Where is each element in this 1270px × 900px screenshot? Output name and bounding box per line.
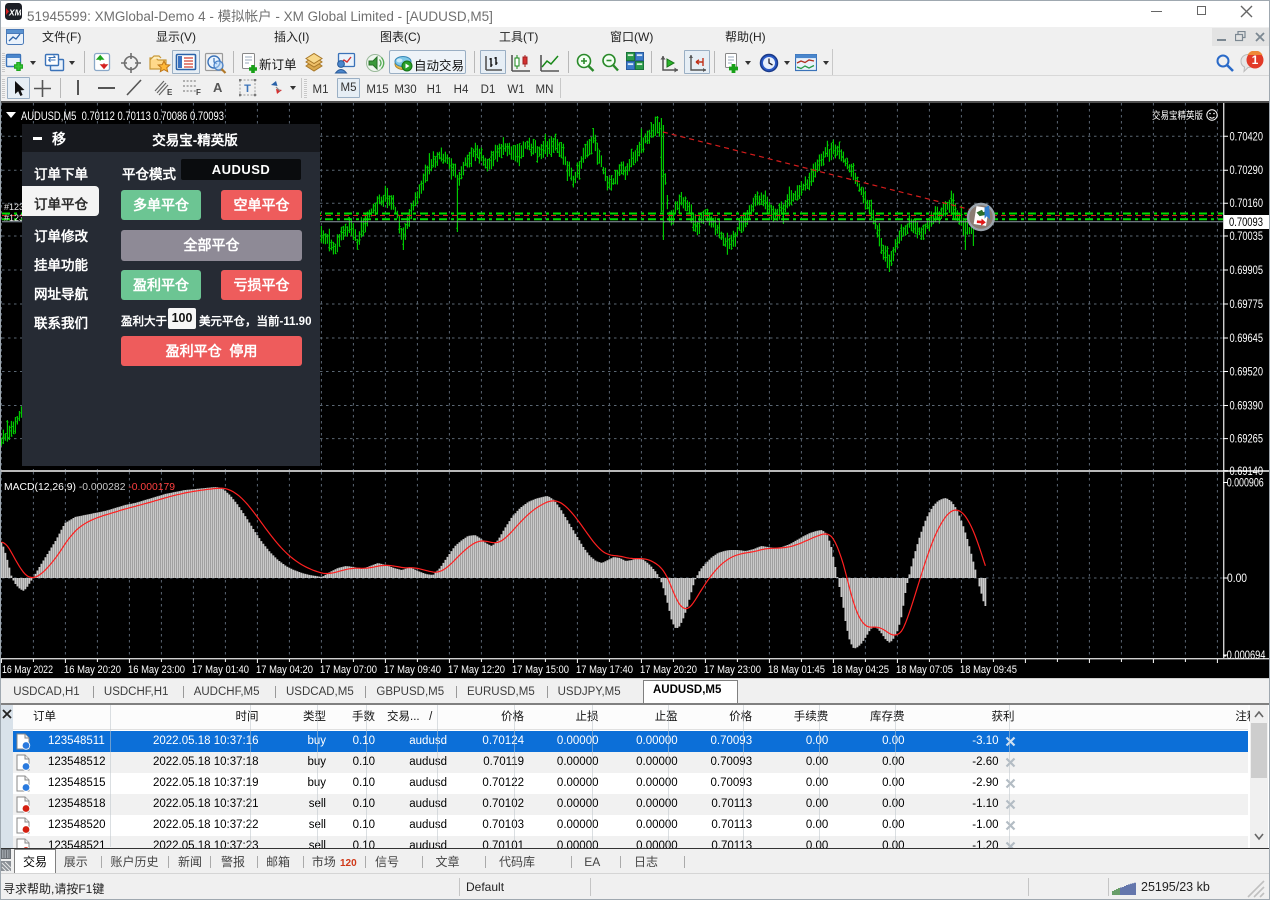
svg-text:17 May 07:00: 17 May 07:00 xyxy=(320,664,377,676)
svg-text:17 May 17:40: 17 May 17:40 xyxy=(576,664,633,676)
svg-text:18 May 01:45: 18 May 01:45 xyxy=(768,664,825,676)
svg-text:-0.000694: -0.000694 xyxy=(1224,650,1266,662)
svg-text:17 May 15:00: 17 May 15:00 xyxy=(512,664,569,676)
svg-text:17 May 12:20: 17 May 12:20 xyxy=(448,664,505,676)
svg-text:17 May 01:40: 17 May 01:40 xyxy=(192,664,249,676)
svg-text:0.00: 0.00 xyxy=(1227,573,1247,585)
svg-text:16 May 23:00: 16 May 23:00 xyxy=(128,664,185,676)
svg-text:0.70093: 0.70093 xyxy=(1229,217,1263,229)
svg-text:AUDUSD,M5 0.70112 0.70113 0.7: AUDUSD,M5 0.70112 0.70113 0.70086 0.7009… xyxy=(21,111,224,123)
svg-text:E: E xyxy=(167,88,173,97)
svg-text:16 May 20:20: 16 May 20:20 xyxy=(64,664,121,676)
svg-text:18 May 04:25: 18 May 04:25 xyxy=(832,664,889,676)
svg-text:0.70035: 0.70035 xyxy=(1230,231,1264,243)
svg-text:17 May 04:20: 17 May 04:20 xyxy=(256,664,313,676)
svg-text:XM: XM xyxy=(8,8,21,16)
svg-text:0.000906: 0.000906 xyxy=(1227,478,1264,490)
svg-text:0.69390: 0.69390 xyxy=(1230,401,1264,413)
svg-text:MACD(12,26,9) -0.000282 -0.000: MACD(12,26,9) -0.000282 -0.000179 xyxy=(4,481,175,493)
svg-text:0.69645: 0.69645 xyxy=(1230,333,1264,345)
svg-text:17 May 20:20: 17 May 20:20 xyxy=(640,664,697,676)
svg-text:0.70160: 0.70160 xyxy=(1230,198,1264,210)
svg-text:17 May 09:40: 17 May 09:40 xyxy=(384,664,441,676)
svg-text:T: T xyxy=(244,83,251,95)
svg-text:1: 1 xyxy=(1252,53,1259,67)
svg-text:F: F xyxy=(196,88,201,97)
svg-text:0.70420: 0.70420 xyxy=(1230,131,1264,143)
svg-text:0.69265: 0.69265 xyxy=(1230,434,1264,446)
svg-text:18 May 07:05: 18 May 07:05 xyxy=(896,664,953,676)
svg-text:0.69520: 0.69520 xyxy=(1230,367,1264,379)
svg-text:交易宝精英版: 交易宝精英版 xyxy=(1152,109,1203,122)
svg-text:17 May 23:00: 17 May 23:00 xyxy=(704,664,761,676)
svg-text:0.69905: 0.69905 xyxy=(1230,265,1264,277)
svg-text:0.69775: 0.69775 xyxy=(1230,299,1264,311)
svg-text:0.69140: 0.69140 xyxy=(1230,466,1264,478)
svg-text:0.70290: 0.70290 xyxy=(1230,165,1264,177)
svg-text:16 May 2022: 16 May 2022 xyxy=(2,664,53,676)
svg-text:18 May 09:45: 18 May 09:45 xyxy=(960,664,1017,676)
